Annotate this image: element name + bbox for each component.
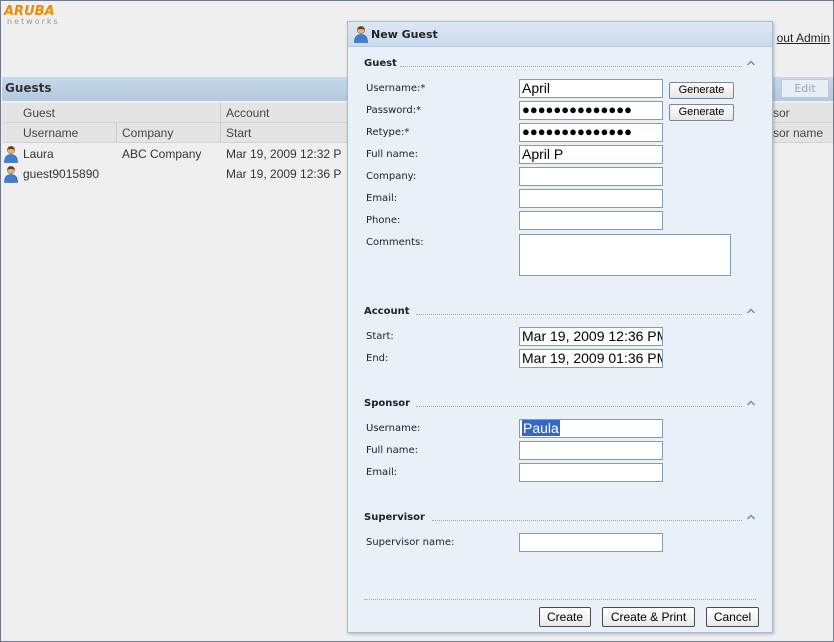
supervisor-name-label: Supervisor name: [366, 537, 455, 548]
guests-title: Guests [5, 81, 52, 95]
row-start: Mar 19, 2009 12:32 P [226, 147, 342, 161]
guest-fullname-label: Full name: [366, 149, 419, 160]
account-start-input[interactable]: Mar 19, 2009 12:36 PM [519, 327, 663, 346]
guest-retype-label: Retype:* [366, 127, 410, 138]
guest-password-label: Password:* [366, 105, 422, 116]
group-header-supervisor: sor [773, 106, 790, 120]
row-username: Laura [23, 147, 54, 161]
guest-email-label: Email: [366, 193, 398, 204]
collapse-arrow-icon[interactable] [746, 512, 756, 522]
create-print-button[interactable]: Create & Print [602, 607, 695, 627]
guest-company-label: Company: [366, 171, 417, 182]
guest-retype-input[interactable]: ●●●●●●●●●●●●●● [519, 123, 663, 142]
user-icon [4, 166, 18, 183]
section-account: Account [364, 306, 756, 320]
user-icon [354, 26, 368, 43]
account-end-input[interactable]: Mar 19, 2009 01:36 PM [519, 349, 663, 368]
section-supervisor: Supervisor [364, 512, 756, 526]
sponsor-username-selection: Paula [522, 420, 560, 436]
header-divider [220, 123, 221, 143]
sponsor-email-input[interactable] [519, 463, 663, 482]
dialog-title-bar[interactable]: New Guest [348, 22, 772, 47]
collapse-arrow-icon[interactable] [746, 398, 756, 408]
group-header-account: Account [226, 106, 270, 120]
section-title-guest: Guest [364, 58, 397, 69]
group-header-guest: Guest [23, 106, 56, 120]
sponsor-username-input[interactable]: Paula [519, 419, 663, 438]
row-username: guest9015890 [23, 167, 100, 181]
footer-divider [364, 599, 756, 600]
guest-comments-label: Comments: [366, 237, 424, 248]
generate-password-button[interactable]: Generate [669, 104, 734, 121]
guest-password-input[interactable]: ●●●●●●●●●●●●●● [519, 101, 663, 120]
section-divider [400, 66, 742, 67]
logout-link[interactable]: out Admin [777, 31, 830, 45]
application-window: ARUBA networks out Admin Guests Edit Gue… [0, 0, 834, 642]
supervisor-name-input[interactable] [519, 533, 663, 552]
user-icon [4, 146, 18, 163]
column-header-company[interactable]: Company [122, 126, 173, 140]
header-divider [116, 123, 117, 143]
section-divider [432, 520, 742, 521]
guest-fullname-input[interactable]: April P [519, 145, 663, 164]
sponsor-username-label: Username: [366, 423, 421, 434]
section-title-account: Account [364, 306, 410, 317]
guest-username-input[interactable]: April [519, 79, 663, 98]
account-start-label: Start: [366, 331, 394, 342]
account-end-label: End: [366, 353, 389, 364]
section-guest: Guest [364, 58, 756, 72]
new-guest-dialog: New Guest Guest Username:* April Generat… [347, 21, 773, 633]
guest-company-input[interactable] [519, 167, 663, 186]
header-divider [220, 103, 221, 123]
section-title-sponsor: Sponsor [364, 398, 411, 409]
generate-username-button[interactable]: Generate [669, 82, 734, 99]
table-row[interactable]: guest9015890 Mar 19, 2009 12:36 P [2, 164, 347, 184]
aruba-logo: ARUBA networks [4, 5, 60, 26]
edit-button[interactable]: Edit [781, 79, 829, 98]
logo-tagline: networks [7, 17, 60, 26]
guest-email-input[interactable] [519, 189, 663, 208]
section-sponsor: Sponsor [364, 398, 756, 412]
dialog-title: New Guest [371, 28, 438, 41]
column-header-start[interactable]: Start [226, 126, 251, 140]
sponsor-email-label: Email: [366, 467, 398, 478]
row-company: ABC Company [122, 147, 202, 161]
dialog-body: Guest Username:* April Generate Password… [348, 48, 772, 632]
column-header-supervisor-name[interactable]: sor name [773, 126, 823, 140]
section-divider [416, 406, 742, 407]
guest-comments-textarea[interactable] [519, 234, 731, 276]
collapse-arrow-icon[interactable] [746, 306, 756, 316]
guest-phone-input[interactable] [519, 211, 663, 230]
cancel-button[interactable]: Cancel [706, 607, 759, 627]
guest-phone-label: Phone: [366, 215, 401, 226]
create-button[interactable]: Create [539, 607, 591, 627]
collapse-arrow-icon[interactable] [746, 58, 756, 68]
column-header-username[interactable]: Username [23, 126, 78, 140]
section-divider [416, 314, 742, 315]
guest-username-label: Username:* [366, 83, 426, 94]
sponsor-fullname-input[interactable] [519, 441, 663, 460]
sponsor-fullname-label: Full name: [366, 445, 419, 456]
section-title-supervisor: Supervisor [364, 512, 425, 523]
row-start: Mar 19, 2009 12:36 P [226, 167, 342, 181]
table-row[interactable]: Laura ABC Company Mar 19, 2009 12:32 P [2, 144, 347, 164]
